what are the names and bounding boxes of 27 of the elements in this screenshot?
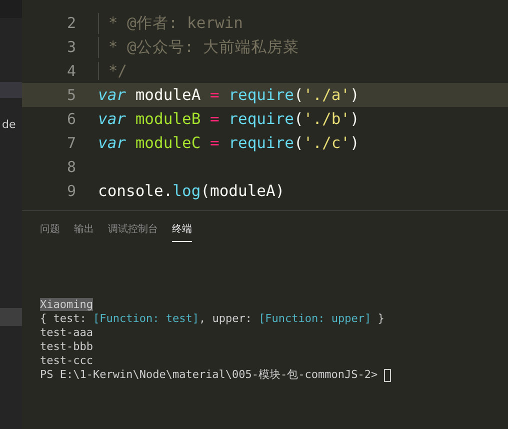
sidebar-text: de [1, 118, 17, 131]
code-text: */ [98, 62, 127, 80]
panel-tab[interactable]: 调试控制台 [108, 219, 158, 242]
panel-tab[interactable]: 问题 [40, 219, 60, 242]
sidebar-item-highlight [0, 308, 22, 326]
code-text: console.log(moduleA) [98, 182, 285, 200]
panel-tab[interactable]: 输出 [74, 219, 94, 242]
terminal-line: test-bbb [40, 340, 93, 354]
line-number: 7 [66, 134, 77, 152]
code-text: * @作者: kerwin [98, 12, 243, 34]
terminal-line: test-ccc [40, 354, 93, 368]
terminal-cursor [384, 368, 392, 382]
line-number: 4 [66, 62, 77, 80]
terminal-line: { test: [Function: test], upper: [Function: upper] } [40, 312, 384, 326]
line-number: 2 [66, 14, 77, 32]
line-number: 9 [66, 182, 77, 200]
line-number: 3 [66, 38, 77, 56]
line-number: 6 [66, 110, 77, 128]
line-number: 8 [66, 158, 77, 176]
terminal-line: PS E:\1-Kerwin\Node\material\005-模块-包-commonJS-2> [40, 368, 379, 382]
line-number: 5 [66, 86, 77, 104]
code-text: var moduleB = require('./b') [98, 110, 360, 128]
terminal-line: test-aaa [40, 326, 93, 340]
panel-tab[interactable]: 终端 [172, 219, 192, 242]
code-text: * @公众号: 大前端私房菜 [98, 36, 299, 58]
code-text: var moduleC = require('./c') [98, 134, 360, 152]
code-text: var moduleA = require('./a') [98, 86, 360, 104]
